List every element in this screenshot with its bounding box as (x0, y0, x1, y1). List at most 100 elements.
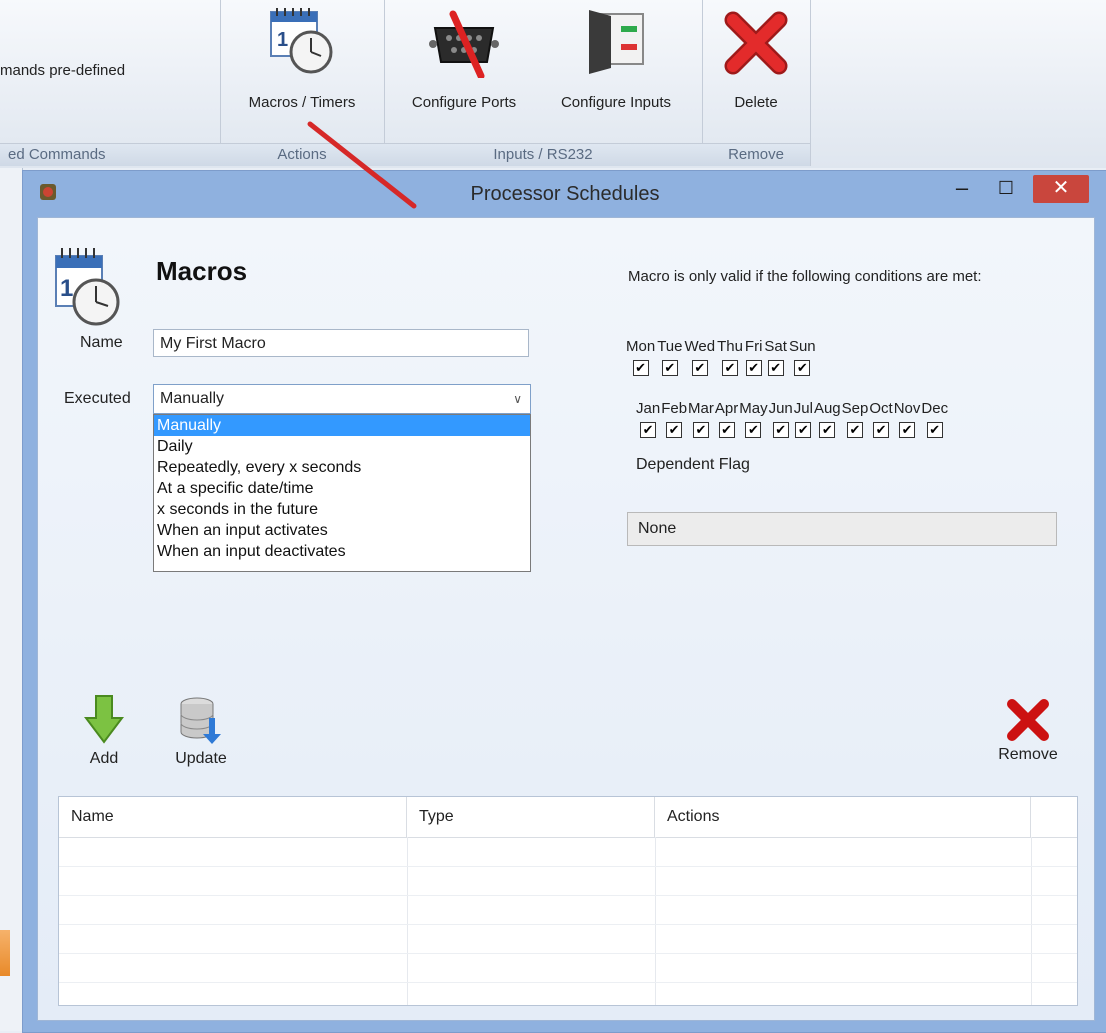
dropdown-option-specific-date[interactable]: At a specific date/time (154, 478, 530, 499)
background-orange-tab (0, 930, 10, 976)
close-button[interactable]: ✕ (1033, 175, 1089, 203)
maximize-button[interactable]: ☐ (985, 175, 1027, 203)
day-wed: Wed ✔ (684, 336, 715, 376)
table-row[interactable] (59, 838, 1077, 867)
executed-select[interactable]: Manually ∨ (153, 384, 531, 414)
day-checkbox[interactable]: ✔ (721, 360, 738, 376)
ribbon-group-remove: Delete Remove (702, 0, 811, 166)
delete-button[interactable]: Delete (702, 2, 810, 140)
name-input[interactable]: My First Macro (153, 329, 529, 357)
calendar-clock-icon: 1 (55, 248, 120, 326)
table-row[interactable] (59, 896, 1077, 925)
day-thu: Thu ✔ (717, 336, 743, 376)
macros-timers-button[interactable]: 1 Macros / Timers (220, 2, 384, 140)
column-header-actions[interactable]: Actions (655, 797, 1031, 837)
background-window-edge (0, 168, 23, 1031)
executed-label: Executed (64, 390, 131, 407)
column-header-type[interactable]: Type (407, 797, 655, 837)
month-sep: Sep ✔ (841, 398, 869, 438)
month-checkbox[interactable]: ✔ (819, 422, 836, 438)
month-checkbox[interactable]: ✔ (718, 422, 735, 438)
month-label: Oct (869, 400, 893, 417)
day-checkbox[interactable]: ✔ (745, 360, 762, 376)
day-checkbox[interactable]: ✔ (632, 360, 649, 376)
month-aug: Aug ✔ (814, 398, 841, 438)
calendar-clock-icon: 1 (270, 8, 333, 74)
table-row[interactable] (59, 925, 1077, 954)
database-update-icon (180, 697, 221, 744)
month-label: Apr (714, 400, 739, 417)
month-checkbox[interactable]: ✔ (873, 422, 890, 438)
serial-port-icon (429, 10, 499, 78)
day-checkbox[interactable]: ✔ (661, 360, 678, 376)
chevron-down-icon[interactable]: ∨ (513, 385, 522, 413)
add-button[interactable]: Add (74, 694, 134, 768)
dropdown-option-input-activates[interactable]: When an input activates (154, 520, 530, 541)
ribbon-group-predefined-commands: mands pre-defined ed Commands (0, 0, 221, 166)
month-checkbox[interactable]: ✔ (640, 422, 657, 438)
remove-label: Remove (998, 746, 1058, 763)
month-checkbox[interactable]: ✔ (926, 422, 943, 438)
column-header-name[interactable]: Name (59, 797, 407, 837)
month-checkbox[interactable]: ✔ (795, 422, 812, 438)
month-checkbox[interactable]: ✔ (745, 422, 762, 438)
table-row[interactable] (59, 954, 1077, 983)
day-tue: Tue ✔ (657, 336, 682, 376)
group-label-remove: Remove (702, 143, 810, 166)
dropdown-option-daily[interactable]: Daily (154, 436, 530, 457)
month-label: Aug (813, 400, 841, 417)
day-checkbox[interactable]: ✔ (767, 360, 784, 376)
title-bar[interactable]: Processor Schedules – ☐ ✕ (23, 171, 1106, 217)
configure-inputs-button[interactable]: Configure Inputs (540, 2, 692, 140)
month-label: Jun (768, 400, 793, 417)
day-sun: Sun ✔ (789, 336, 816, 376)
remove-x-icon (1007, 699, 1049, 741)
dropdown-option-repeatedly[interactable]: Repeatedly, every x seconds (154, 457, 530, 478)
update-button[interactable]: Update (166, 694, 236, 768)
group-label-inputs-rs232: Inputs / RS232 (384, 143, 702, 166)
table-row[interactable] (59, 867, 1077, 896)
dropdown-option-seconds-future[interactable]: x seconds in the future (154, 499, 530, 520)
processor-schedules-window: Processor Schedules – ☐ ✕ 1 Macros Name … (22, 170, 1106, 1033)
month-checkbox[interactable]: ✔ (847, 422, 863, 438)
svg-text:1: 1 (60, 275, 73, 302)
month-label: Jul (793, 400, 813, 417)
ribbon-group-actions: 1 Macros / Timers Actions (220, 0, 385, 166)
delete-x-icon (724, 11, 788, 75)
dropdown-option-manually[interactable]: Manually (154, 415, 530, 436)
month-apr: Apr ✔ (715, 398, 738, 438)
month-checkbox[interactable]: ✔ (692, 422, 709, 438)
group-label-predefined-commands: ed Commands (0, 143, 220, 166)
day-checkbox[interactable]: ✔ (794, 360, 811, 376)
macros-heading: Macros (156, 256, 248, 286)
update-label: Update (175, 750, 227, 767)
remove-button[interactable]: Remove (988, 698, 1068, 764)
dropdown-option-input-deactivates[interactable]: When an input deactivates (154, 541, 530, 562)
dependent-flag-label: Dependent Flag (636, 456, 750, 473)
month-nov: Nov ✔ (894, 398, 920, 438)
month-label: Mar (688, 400, 714, 417)
day-label: Fri (744, 338, 763, 355)
day-label: Wed (684, 338, 716, 355)
month-jun: Jun ✔ (769, 398, 793, 438)
month-label: May (739, 400, 768, 417)
executed-dropdown-list: Manually Daily Repeatedly, every x secon… (153, 414, 531, 572)
month-checkbox[interactable]: ✔ (899, 422, 916, 438)
dependent-flag-field[interactable]: None (627, 512, 1057, 546)
conditions-title: Macro is only valid if the following con… (628, 268, 982, 285)
configure-ports-button[interactable]: Configure Ports (388, 2, 540, 140)
day-checkbox[interactable]: ✔ (691, 360, 708, 376)
minimize-button[interactable]: – (941, 175, 983, 203)
delete-label: Delete (734, 94, 778, 111)
month-label: Feb (661, 400, 688, 417)
month-jul: Jul ✔ (794, 398, 813, 438)
macros-table: Name Type Actions (58, 796, 1078, 1006)
month-checkbox[interactable]: ✔ (666, 422, 683, 438)
month-label: Sep (841, 400, 869, 417)
month-checkbox[interactable]: ✔ (772, 422, 789, 438)
predefined-commands-button[interactable]: mands pre-defined (0, 62, 125, 79)
add-label: Add (89, 750, 119, 767)
day-label: Mon (626, 338, 656, 355)
executed-selected-value: Manually (160, 390, 225, 407)
svg-text:1: 1 (277, 29, 288, 51)
